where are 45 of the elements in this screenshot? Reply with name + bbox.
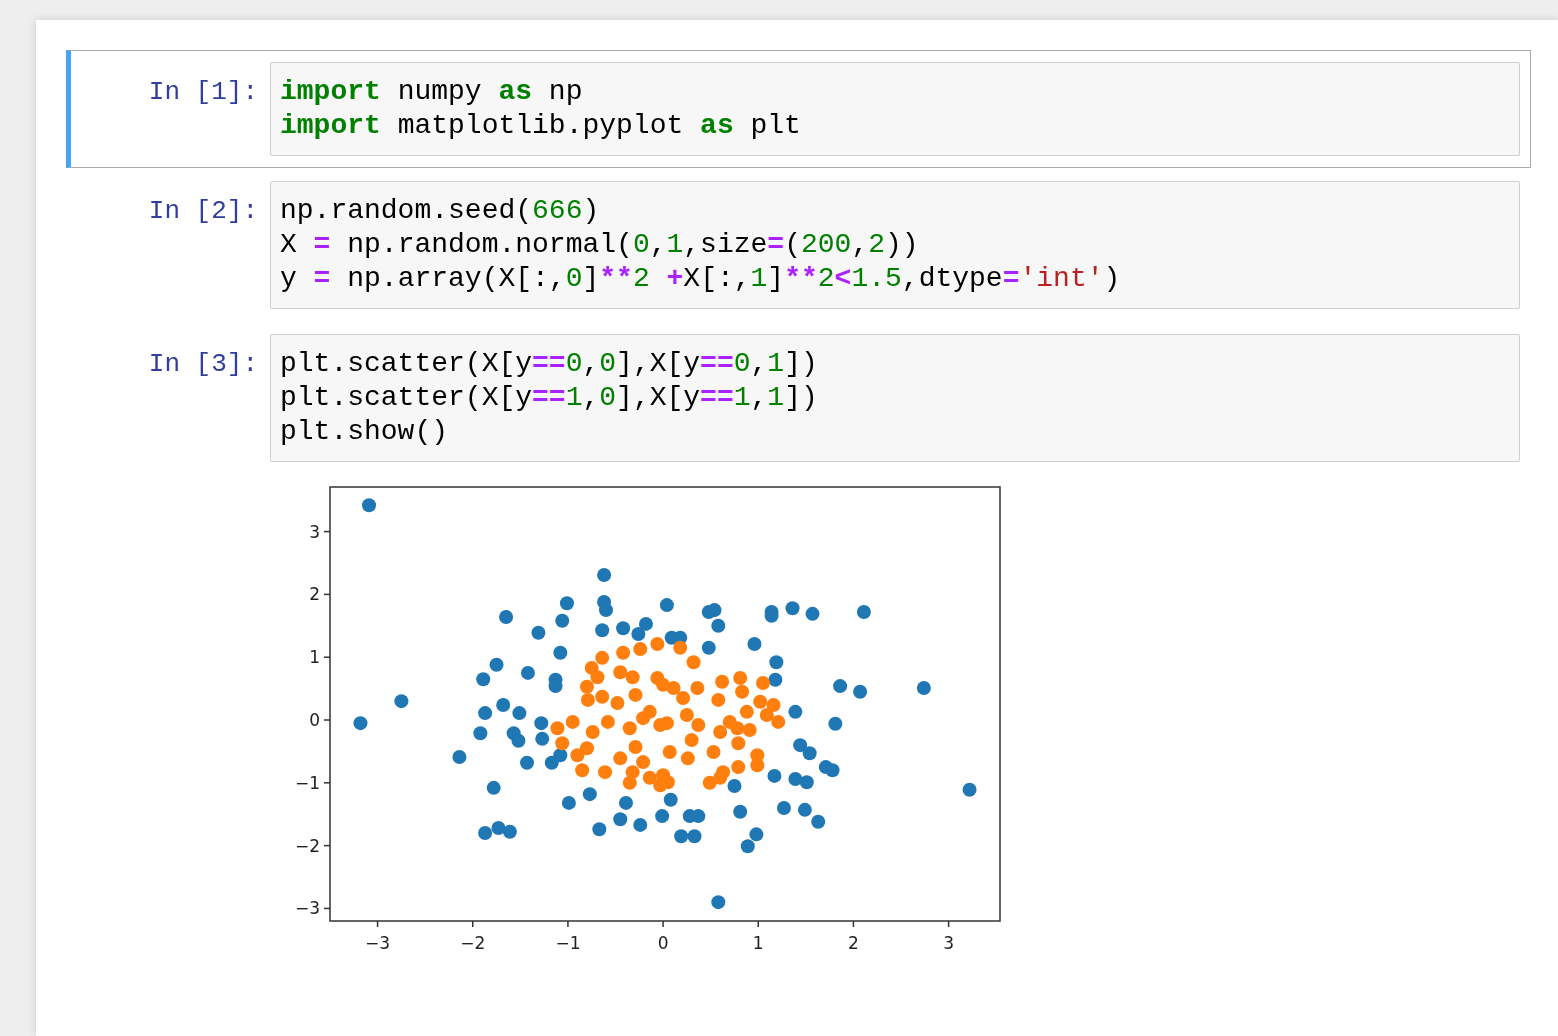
- code-line: import numpy as np: [280, 75, 584, 109]
- tick-mark: [472, 920, 474, 928]
- tick-label: 2: [848, 933, 859, 953]
- tick-mark: [662, 920, 664, 928]
- tick-mark: [323, 656, 331, 658]
- tick-label: −2: [294, 835, 320, 856]
- tick-mark: [376, 920, 379, 928]
- tick-label: 3: [943, 933, 954, 953]
- tick-label: 0: [657, 933, 669, 953]
- tick-label: 1: [752, 933, 764, 953]
- code-line: y = np.array(X[:,0]**2 +X[:,1]**2<1.5,dtype='int'): [280, 262, 1122, 296]
- tick-mark: [323, 719, 331, 721]
- tick-mark: [947, 920, 950, 928]
- tick-mark: [323, 593, 331, 596]
- tick-mark: [567, 920, 569, 928]
- tick-label: −3: [294, 898, 320, 919]
- tick-label: −2: [460, 933, 486, 953]
- code-cell[interactable]: In [3]: plt.scatter(X[y==0,0],X[y==0,1]) plt.scatter(X[y==1,0],X[y==1,1]) plt.show(): [66, 322, 1531, 474]
- code-line: plt.show(): [280, 415, 450, 449]
- tick-mark: [323, 782, 331, 784]
- tick-mark: [323, 844, 331, 847]
- code-line: np.random.seed(666): [280, 194, 601, 228]
- tick-label: 3: [309, 521, 320, 542]
- tick-mark: [852, 920, 855, 928]
- code-input[interactable]: np.random.seed(666) X = np.random.normal(0,1,size=(200,2)) y = np.array(X[:,0]**2 +X[:,1]**2<1.5,dtype='int'): [270, 181, 1520, 309]
- code-input[interactable]: import numpy as np import matplotlib.pyplot as plt: [270, 62, 1520, 156]
- input-prompt: In [2]:: [148, 196, 258, 226]
- code-line: X = np.random.normal(0,1,size=(200,2)): [280, 228, 920, 262]
- input-prompt: In [1]:: [148, 77, 258, 107]
- tick-label: 1: [309, 647, 320, 668]
- tick-label: 0: [309, 710, 320, 730]
- tick-mark: [323, 530, 331, 533]
- tick-label: −3: [365, 933, 391, 953]
- tick-label: −1: [294, 772, 320, 793]
- code-line: plt.scatter(X[y==0,0],X[y==0,1]): [280, 347, 819, 381]
- code-line: plt.scatter(X[y==1,0],X[y==1,1]): [280, 381, 819, 415]
- code-input[interactable]: plt.scatter(X[y==0,0],X[y==0,1]) plt.scatter(X[y==1,0],X[y==1,1]) plt.show(): [270, 334, 1520, 462]
- tick-mark: [323, 907, 331, 910]
- tick-label: 2: [309, 584, 320, 605]
- input-prompt: In [3]:: [148, 349, 258, 379]
- tick-label: −1: [555, 933, 581, 953]
- code-cell[interactable]: In [2]: np.random.seed(666) X = np.random.normal(0,1,size=(200,2)) y = np.array(X[:,0]**2 +X[:,1]**2<1.5,dtype='int'): [66, 169, 1531, 321]
- code-cell[interactable]: In [1]: import numpy as np import matplotlib.pyplot as plt: [66, 50, 1531, 168]
- code-line: import matplotlib.pyplot as plt: [280, 109, 802, 143]
- tick-mark: [757, 920, 759, 928]
